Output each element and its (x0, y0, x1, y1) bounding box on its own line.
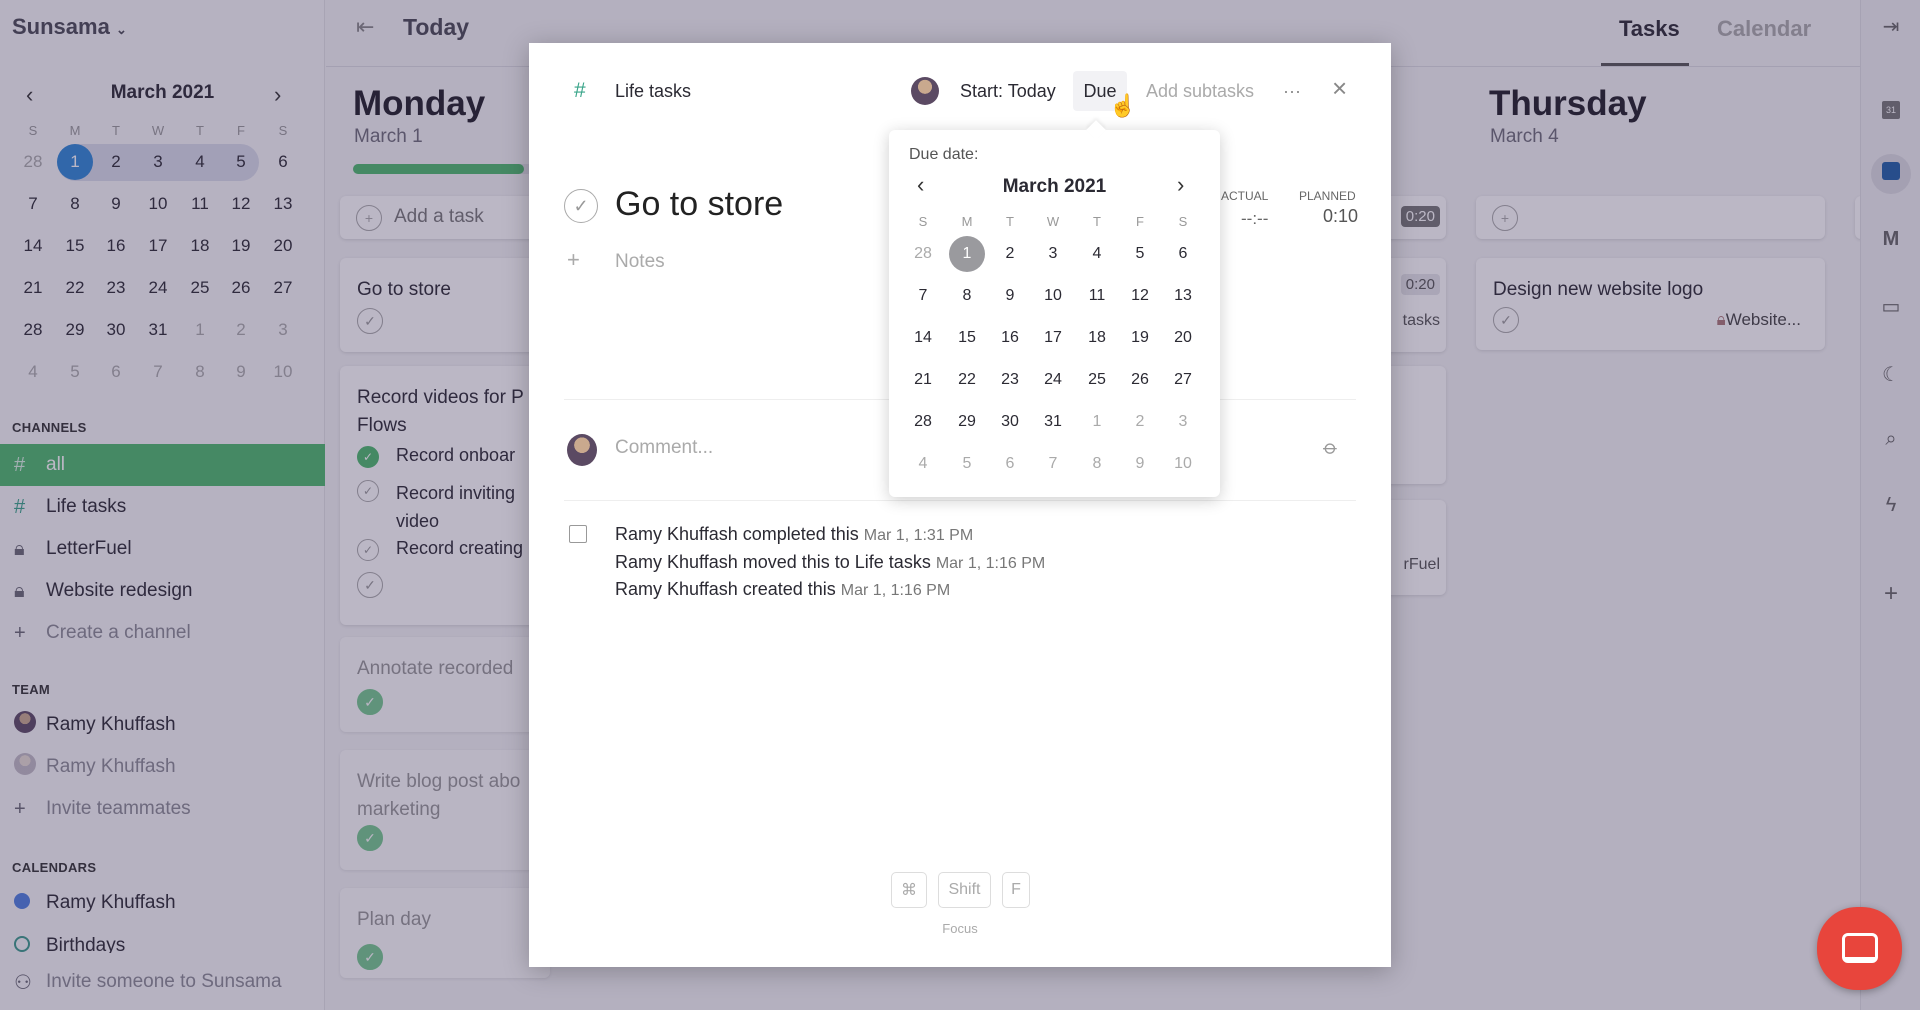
calendar-day[interactable]: 11 (1079, 278, 1115, 314)
calendar-day[interactable]: 2 (1122, 404, 1158, 440)
activity-entry: Ramy Khuffash completed this Mar 1, 1:31… (615, 524, 973, 545)
calendar-day[interactable]: 24 (1035, 362, 1071, 398)
calendar-day[interactable]: 21 (905, 362, 941, 398)
activity-time: Mar 1, 1:31 PM (863, 527, 974, 544)
calendar-day[interactable]: 16 (992, 320, 1028, 356)
paperclip-icon[interactable]: ⌀ (1318, 434, 1344, 460)
archive-icon (569, 525, 587, 543)
planned-time[interactable]: 0:10 (1323, 206, 1358, 227)
calendar-day[interactable]: 28 (905, 404, 941, 440)
task-channel[interactable]: Life tasks (615, 81, 691, 102)
divider (564, 500, 1356, 501)
activity-entry: Ramy Khuffash created this Mar 1, 1:16 P… (615, 579, 950, 600)
calendar-day[interactable]: 6 (992, 446, 1028, 482)
activity-text: Ramy Khuffash moved this to Life tasks (615, 551, 936, 572)
calendar-day[interactable]: 23 (992, 362, 1028, 398)
calendar-day-selected[interactable]: 1 (949, 236, 985, 272)
activity-text: Ramy Khuffash created this (615, 579, 841, 599)
calendar-day[interactable]: 18 (1079, 320, 1115, 356)
calendar-day[interactable]: 22 (949, 362, 985, 398)
calendar-day[interactable]: 27 (1165, 362, 1201, 398)
calendar-day[interactable]: 15 (949, 320, 985, 356)
planned-label: PLANNED (1299, 189, 1356, 203)
actual-label: ACTUAL (1221, 189, 1269, 203)
weekday-label: T (1006, 213, 1014, 229)
start-date-button[interactable]: Start: Today (960, 81, 1056, 102)
due-date-picker: Due date: ‹ › March 2021 S M T W T F S 28 1 2 3 4 5 6… (889, 130, 1220, 497)
weekday-label: W (1046, 213, 1060, 229)
calendar-day[interactable]: 28 (905, 236, 941, 272)
calendar-day[interactable]: 5 (949, 446, 985, 482)
calendar-day[interactable]: 9 (1122, 446, 1158, 482)
calendar-day[interactable]: 3 (1165, 404, 1201, 440)
activity-time: Mar 1, 1:16 PM (935, 554, 1046, 572)
task-title[interactable]: Go to store (615, 185, 783, 224)
calendar-day[interactable]: 17 (1035, 320, 1071, 356)
more-options-button[interactable]: ··· (1283, 81, 1301, 102)
weekday-label: M (961, 213, 973, 229)
calendar-day[interactable]: 3 (1035, 236, 1071, 272)
activity-text: Ramy Khuffash completed this (615, 524, 864, 544)
calendar-day[interactable]: 8 (949, 278, 985, 314)
due-date-label: Due date: (909, 146, 979, 163)
calendar-day[interactable]: 10 (1165, 446, 1201, 482)
calendar-day[interactable]: 4 (1079, 236, 1115, 272)
weekday-label: S (918, 213, 928, 229)
calendar-day[interactable]: 10 (1035, 278, 1071, 314)
calendar-day[interactable]: 1 (1079, 404, 1115, 440)
calendar-day[interactable]: 31 (1035, 404, 1071, 440)
calendar-day[interactable]: 25 (1079, 362, 1115, 398)
activity-time: Mar 1, 1:16 PM (840, 582, 951, 599)
calendar-day[interactable]: 2 (992, 236, 1028, 272)
picker-month-title: March 2021 (1002, 176, 1107, 197)
calendar-day[interactable]: 6 (1165, 236, 1201, 272)
calendar-day[interactable]: 13 (1165, 278, 1201, 314)
key-shift: Shift (938, 872, 991, 908)
add-subtasks-button[interactable]: Add subtasks (1146, 81, 1254, 102)
complete-task-checkbox[interactable]: ✓ (564, 189, 598, 223)
calendar-day[interactable]: 7 (1035, 446, 1071, 482)
actual-time[interactable]: --:-- (1241, 209, 1268, 229)
comment-input[interactable]: Comment... (615, 437, 713, 459)
assignee-avatar[interactable] (911, 77, 939, 105)
calendar-day[interactable]: 7 (905, 278, 941, 314)
add-notes-icon: + (567, 247, 580, 272)
user-avatar (567, 434, 597, 466)
calendar-day[interactable]: 26 (1122, 362, 1158, 398)
hand-cursor-icon: ☝ (1109, 93, 1137, 118)
focus-shortcut-label: Focus (942, 921, 978, 936)
weekday-label: F (1136, 213, 1144, 229)
calendar-day[interactable]: 8 (1079, 446, 1115, 482)
calendar-day[interactable]: 9 (992, 278, 1028, 314)
calendar-day[interactable]: 5 (1122, 236, 1158, 272)
weekday-label: T (1093, 213, 1101, 229)
key-f: F (1002, 872, 1030, 908)
activity-entry: Ramy Khuffash moved this to Life tasks M… (615, 552, 1045, 573)
intercom-chat-button[interactable] (1817, 907, 1902, 990)
weekday-label: S (1178, 213, 1188, 229)
task-detail-modal: # Life tasks Start: Today Due Add subtas… (529, 43, 1391, 967)
calendar-day[interactable]: 4 (905, 446, 941, 482)
calendar-day[interactable]: 14 (905, 320, 941, 356)
notes-input[interactable]: Notes (615, 251, 665, 273)
calendar-day[interactable]: 12 (1122, 278, 1158, 314)
calendar-day[interactable]: 29 (949, 404, 985, 440)
calendar-day[interactable]: 20 (1165, 320, 1201, 356)
key-cmd: ⌘ (891, 872, 927, 908)
hash-icon: # (574, 79, 586, 102)
chat-icon (1842, 933, 1878, 963)
calendar-day[interactable]: 19 (1122, 320, 1158, 356)
calendar-day[interactable]: 30 (992, 404, 1028, 440)
close-button[interactable]: × (1332, 73, 1347, 104)
